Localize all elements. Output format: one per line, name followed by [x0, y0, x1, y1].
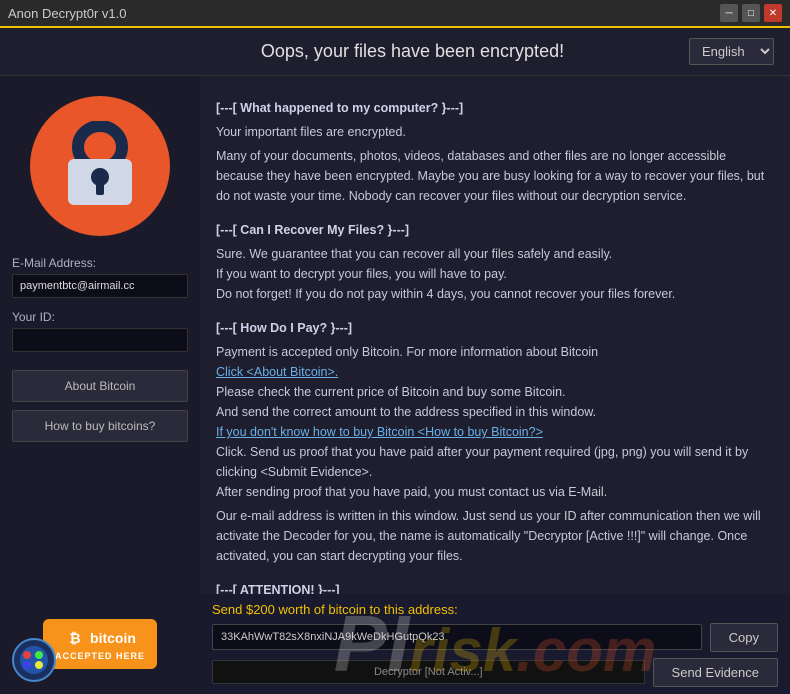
language-selector[interactable]: English Spanish French German Russian [689, 38, 774, 65]
send-evidence-button[interactable]: Send Evidence [653, 658, 778, 687]
minimize-button[interactable]: ─ [720, 4, 738, 22]
dot-red [23, 651, 31, 659]
dot-yellow [35, 661, 43, 669]
section3-header: [---[ How Do I Pay? }---] [216, 318, 774, 338]
dot-grid [23, 651, 45, 669]
window-controls: ─ □ ✕ [720, 4, 782, 22]
main-title: Oops, your files have been encrypted! [136, 41, 689, 62]
title-bar: Anon Decrypt0r v1.0 ─ □ ✕ [0, 0, 790, 28]
about-bitcoin-link[interactable]: Click <About Bitcoin>. [216, 365, 338, 379]
section3-p2: Please check the current price of Bitcoi… [216, 382, 774, 402]
id-field[interactable] [12, 328, 188, 352]
section1-p2: Many of your documents, photos, videos, … [216, 146, 774, 206]
header-bar: Oops, your files have been encrypted! En… [0, 28, 790, 76]
section2-p2: If you want to decrypt your files, you w… [216, 264, 774, 284]
bottom-panel: PI ₿ bitcoin ACCEPTED HERE Send $200 wor… [0, 594, 790, 694]
section3-p6: Our e-mail address is written in this wi… [216, 506, 774, 566]
cursor-inner [20, 646, 48, 674]
bitcoin-word: bitcoin [90, 630, 136, 646]
section3-p3: And send the correct amount to the addre… [216, 402, 774, 422]
dot-blue [23, 661, 31, 669]
decryptor-status: Decryptor [Not Activ...] [212, 660, 645, 684]
main-container: E-Mail Address: Your ID: About Bitcoin H… [0, 76, 790, 594]
email-label: E-Mail Address: [12, 256, 96, 270]
app-title: Anon Decrypt0r v1.0 [8, 6, 127, 21]
lock-icon-circle [30, 96, 170, 236]
bitcoin-accepted-text: ACCEPTED HERE [55, 651, 145, 661]
section3-p5: After sending proof that you have paid, … [216, 482, 774, 502]
section1-header: [---[ What happened to my computer? }---… [216, 98, 774, 118]
section3-p4: Click. Send us proof that you have paid … [216, 442, 774, 482]
section2-p3: Do not forget! If you do not pay within … [216, 284, 774, 304]
padlock-icon [60, 121, 140, 211]
bitcoin-logo-area: PI ₿ bitcoin ACCEPTED HERE [0, 594, 200, 694]
how-to-buy-link[interactable]: If you don't know how to buy Bitcoin <Ho… [216, 425, 543, 439]
section4-header: [---[ ATTENTION! }---] [216, 580, 774, 594]
left-panel: E-Mail Address: Your ID: About Bitcoin H… [0, 76, 200, 594]
content-area: [---[ What happened to my computer? }---… [200, 76, 790, 594]
section2-p1: Sure. We guarantee that you can recover … [216, 244, 774, 264]
bitcoin-address-field[interactable] [212, 624, 702, 650]
ransom-text-scroll[interactable]: [---[ What happened to my computer? }---… [200, 76, 790, 594]
bottom-right: Send $200 worth of bitcoin to this addre… [200, 594, 790, 694]
send-label: Send $200 worth of bitcoin to this addre… [212, 602, 778, 617]
section1-p1: Your important files are encrypted. [216, 122, 774, 142]
bottom-actions-row: Decryptor [Not Activ...] Send Evidence [212, 658, 778, 687]
section2-header: [---[ Can I Recover My Files? }---] [216, 220, 774, 240]
dot-green [35, 651, 43, 659]
bitcoin-badge: ₿ bitcoin ACCEPTED HERE [43, 619, 157, 669]
section3-link2: If you don't know how to buy Bitcoin <Ho… [216, 422, 774, 442]
copy-button[interactable]: Copy [710, 623, 778, 652]
section3-p1: Payment is accepted only Bitcoin. For mo… [216, 342, 774, 362]
cursor-icon [12, 638, 56, 682]
close-button[interactable]: ✕ [764, 4, 782, 22]
email-field[interactable] [12, 274, 188, 298]
svg-text:₿: ₿ [69, 630, 80, 646]
address-row: Copy [212, 623, 778, 652]
how-to-buy-button[interactable]: How to buy bitcoins? [12, 410, 188, 442]
maximize-button[interactable]: □ [742, 4, 760, 22]
about-bitcoin-button[interactable]: About Bitcoin [12, 370, 188, 402]
id-label: Your ID: [12, 310, 55, 324]
right-panel: [---[ What happened to my computer? }---… [200, 76, 790, 594]
